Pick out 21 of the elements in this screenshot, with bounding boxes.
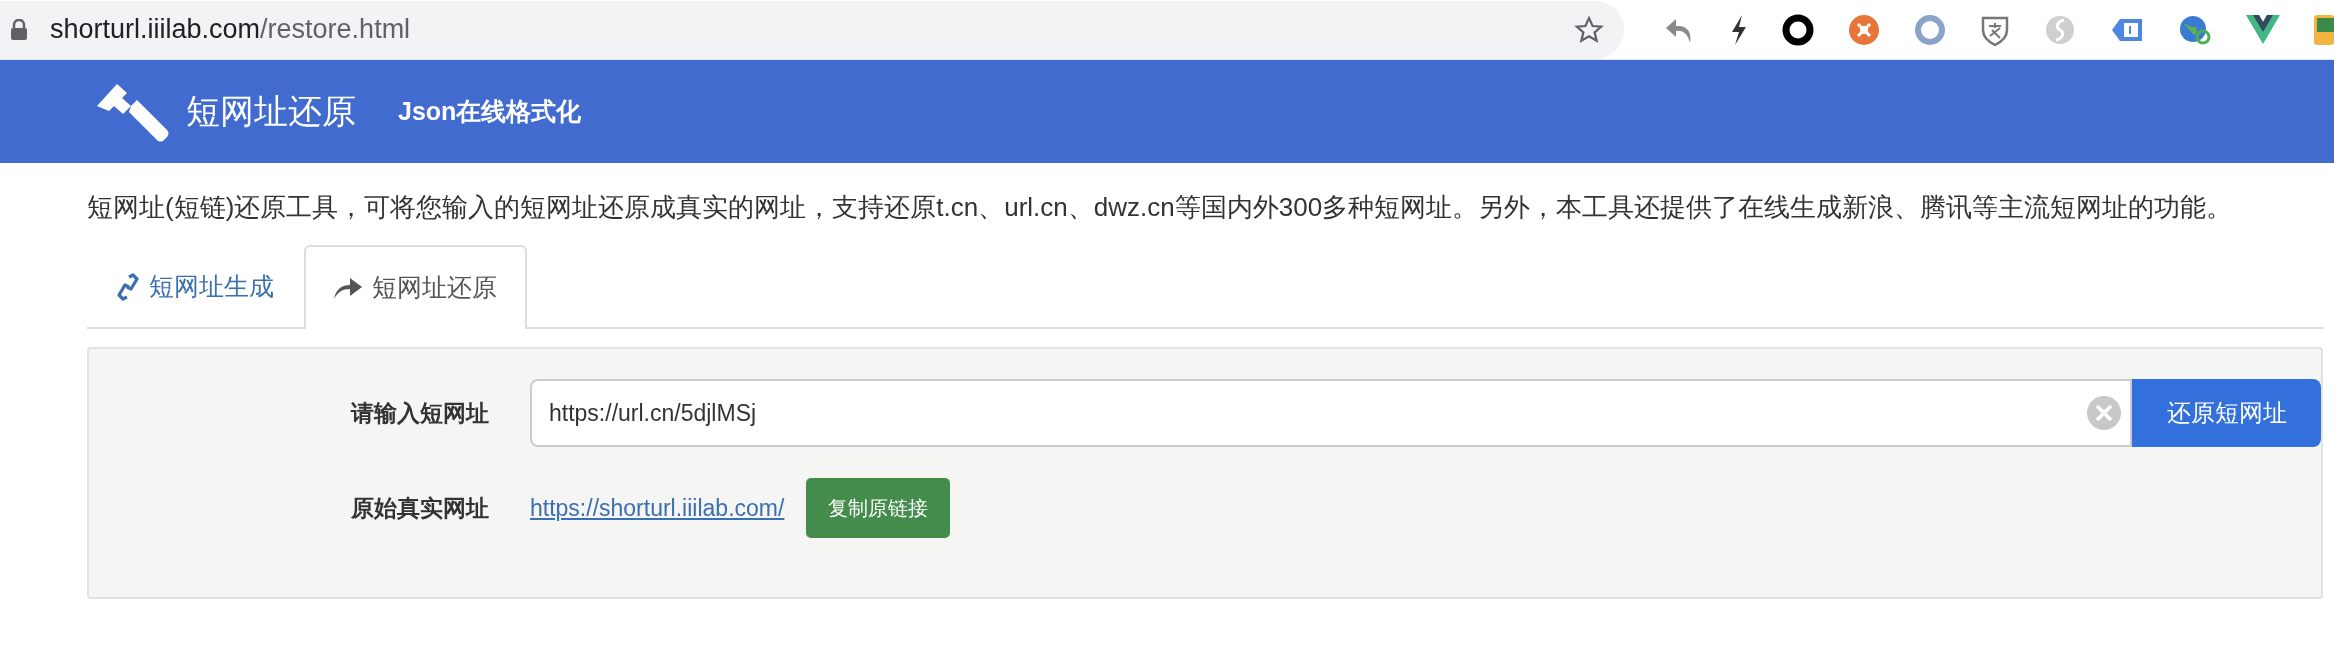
- address-bar[interactable]: shorturl.iiilab.com/restore.html: [0, 0, 1624, 59]
- tab[interactable]: 短网址还原: [304, 245, 527, 329]
- lock-icon: [10, 18, 28, 41]
- field-label: 原始真实网址: [350, 493, 490, 523]
- restore-button[interactable]: 还原短网址: [2132, 379, 2321, 447]
- nav-link[interactable]: Json在线格式化: [398, 92, 582, 131]
- link-icon: [117, 273, 139, 301]
- tab[interactable]: 短网址生成: [87, 245, 304, 329]
- globe-icon[interactable]: [2178, 13, 2212, 46]
- ring-icon[interactable]: [1782, 13, 1814, 46]
- lightning-icon[interactable]: [1730, 14, 1748, 45]
- share-arrow-icon: [334, 277, 362, 299]
- result-link[interactable]: https://shorturl.iiilab.com/: [530, 490, 785, 526]
- copy-button[interactable]: 复制原链接: [806, 478, 951, 538]
- address-text: shorturl.iiilab.com/restore.html: [50, 13, 411, 47]
- field-label: 请输入短网址: [349, 398, 490, 428]
- star-icon[interactable]: [1574, 14, 1604, 45]
- vue-logo-icon[interactable]: [2246, 14, 2280, 45]
- brand-link[interactable]: 短网址还原: [186, 86, 356, 137]
- description-text: 短网址(短链)还原工具，可将您输入的短网址还原成真实的网址，支持还原t.cn、url.cn、dwz.cn等国内外300多种短网址。另外，本工具还提供了在线生成新浪、腾讯等主流短网址的功能。: [87, 191, 2234, 224]
- url-input[interactable]: https://url.cn/5djlMSj: [530, 379, 2133, 447]
